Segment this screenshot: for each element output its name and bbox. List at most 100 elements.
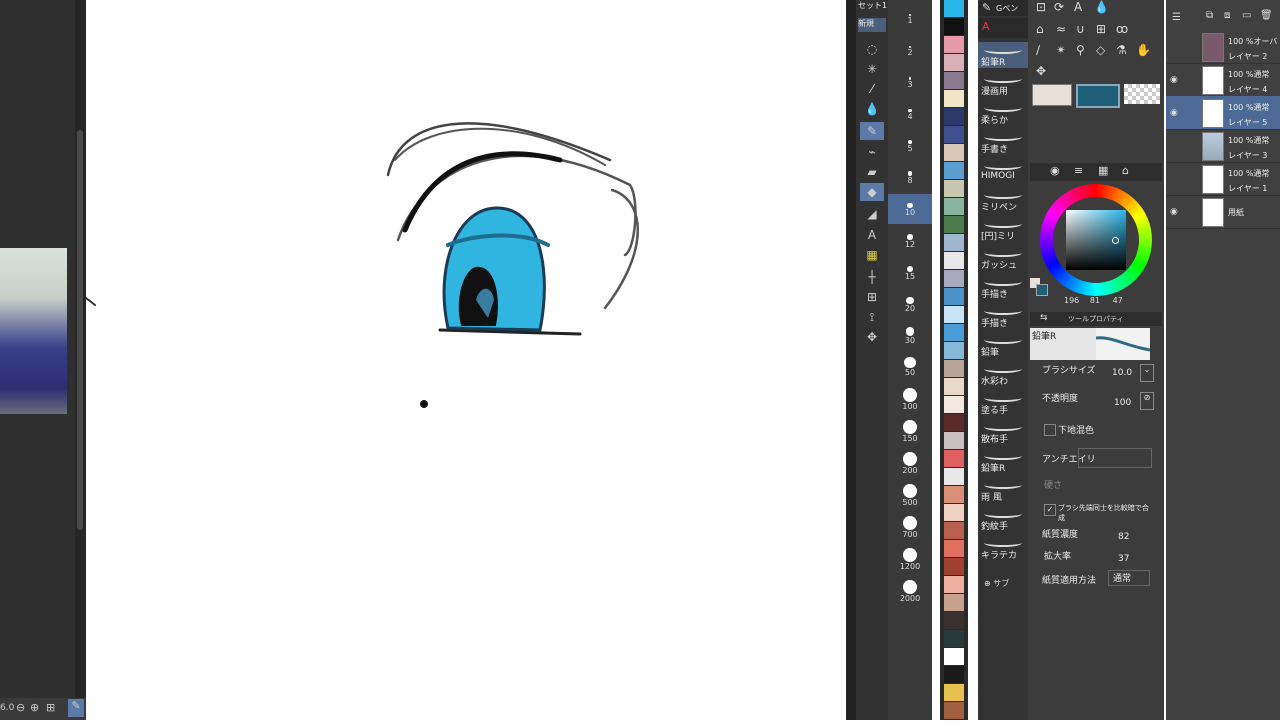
sub-tool-item[interactable]: 釣紋手 [978, 506, 1028, 532]
color-swatch[interactable] [944, 612, 964, 629]
sub-color-chip[interactable] [1076, 84, 1120, 108]
color-swatch[interactable] [944, 126, 964, 143]
brush-size-item[interactable]: 1 [888, 2, 932, 32]
move-tool-icon[interactable]: ✥ [860, 328, 884, 346]
saturation-value-square[interactable] [1066, 210, 1126, 270]
new-vector-layer-icon[interactable]: ⧈ [1224, 10, 1230, 21]
color-swatch[interactable] [944, 0, 964, 17]
layer-visibility-icon[interactable]: ◉ [1170, 207, 1178, 217]
sub-tool-item[interactable]: ガッシュ [978, 245, 1028, 271]
canvas-scrollbar[interactable] [846, 0, 856, 720]
brush-size-item[interactable]: 15 [888, 258, 932, 288]
gradient-tool-icon[interactable]: ◢ [860, 205, 884, 223]
blend-row[interactable]: 下地混色 [1036, 420, 1154, 440]
color-swatch[interactable] [944, 72, 964, 89]
brush-size-item[interactable]: 200 [888, 450, 932, 480]
color-sub-mini[interactable] [1036, 284, 1048, 296]
layer-visibility-icon[interactable]: ◉ [1170, 75, 1178, 85]
star-icon[interactable]: ✴ [1056, 43, 1066, 57]
palette-icon-1[interactable]: ⌂ [1036, 22, 1044, 36]
rotate-icon[interactable]: ⟳ [1054, 0, 1064, 14]
color-swatch[interactable] [944, 630, 964, 647]
sub-tool-header[interactable]: ✎ Gペン [978, 0, 1028, 16]
brush-size-item[interactable]: 5 [888, 130, 932, 160]
layer-visibility-icon[interactable]: ◉ [1170, 108, 1178, 118]
move-small-icon[interactable]: ✥ [1036, 64, 1046, 78]
brush-size-item[interactable]: 50 [888, 354, 932, 384]
delete-layer-icon[interactable]: 🗑 [1260, 10, 1273, 21]
new-button[interactable]: 新規 [858, 18, 886, 32]
color-swatch[interactable] [944, 54, 964, 71]
color-swatch[interactable] [944, 702, 964, 719]
brush-size-item[interactable]: 10 [888, 194, 932, 224]
color-swatch[interactable] [944, 414, 964, 431]
brush-size-item[interactable]: 700 [888, 514, 932, 544]
layer-row[interactable]: 100 %通常 レイヤー 3 [1166, 129, 1280, 163]
color-swatch[interactable] [944, 432, 964, 449]
eyedrop-small-icon[interactable]: ⚗ [1116, 43, 1127, 57]
palette-icon-3[interactable]: ∪ [1076, 22, 1085, 36]
color-swatch[interactable] [944, 198, 964, 215]
color-swatch[interactable] [944, 162, 964, 179]
brush-tip-checkbox[interactable]: ✓ [1044, 504, 1056, 516]
transparent-icon[interactable]: ⊡ [1036, 0, 1046, 14]
palette-icon-4[interactable]: ⊞ [1096, 22, 1106, 36]
color-swatch[interactable] [944, 252, 964, 269]
brush-size-item[interactable]: 4 [888, 98, 932, 128]
sub-tool-item[interactable]: 散布手 [978, 419, 1028, 445]
correction-tool-icon[interactable]: ⟟ [860, 308, 884, 326]
transparent-color-chip[interactable] [1124, 84, 1160, 104]
sub-tool-item[interactable]: 塗る手 [978, 390, 1028, 416]
layer-row[interactable]: ◉ 100 %通常 レイヤー 5 [1166, 96, 1280, 130]
color-swatch[interactable] [944, 270, 964, 287]
palette-icon-5[interactable]: ꝏ [1116, 22, 1128, 36]
magnifier-icon[interactable]: ⚲ [1076, 43, 1085, 57]
color-swatch[interactable] [944, 558, 964, 575]
eraser-tool-icon[interactable]: ▰ [860, 163, 884, 181]
color-swatch[interactable] [944, 90, 964, 107]
color-swatch[interactable] [944, 324, 964, 341]
brush-tip-row[interactable]: ✓ ブラシ先端同士を比較暗で合成 [1036, 500, 1154, 522]
color-swatch[interactable] [944, 360, 964, 377]
drawing-canvas[interactable] [85, 0, 846, 720]
sub-tool-item[interactable]: 手描き [978, 303, 1028, 329]
color-swatch[interactable] [944, 486, 964, 503]
brush-size-item[interactable]: 500 [888, 482, 932, 512]
pen-small-icon[interactable]: ∕ [1036, 43, 1040, 57]
sub-tool-item[interactable]: 鉛筆 [978, 332, 1028, 358]
paper-zoom-row[interactable]: 拡大率 37 [1036, 548, 1154, 568]
drop-tool-icon[interactable]: 💧 [860, 100, 884, 118]
text-A-icon[interactable]: A [1074, 0, 1082, 14]
fill-tool-icon[interactable]: ◆ [860, 183, 884, 201]
color-swatch[interactable] [944, 180, 964, 197]
color-swatch[interactable] [944, 666, 964, 683]
paper-zoom-value[interactable]: 37 [1118, 554, 1129, 564]
layer-row[interactable]: 100 %通常 レイヤー 1 [1166, 162, 1280, 196]
color-swatch[interactable] [944, 36, 964, 53]
eyedropper-tool-icon[interactable]: ⁄ [860, 80, 884, 98]
color-swatch[interactable] [944, 108, 964, 125]
set-label[interactable]: セット1 [858, 0, 888, 12]
color-swatch[interactable] [944, 684, 964, 701]
color-wheel-tab-icon[interactable]: ◉ [1050, 164, 1060, 177]
color-swatch[interactable] [944, 576, 964, 593]
brush-size-item[interactable]: 20 [888, 290, 932, 320]
sub-tool-item[interactable]: 手書き [978, 129, 1028, 155]
color-swatch[interactable] [944, 540, 964, 557]
paper-method-row[interactable]: 紙質適用方法 通常 [1036, 570, 1154, 590]
brush-size-item[interactable]: 100 [888, 386, 932, 416]
ruler-tool-icon[interactable]: ┼ [860, 268, 884, 286]
brush-tool-icon[interactable]: ⌁ [860, 143, 884, 161]
sub-tool-item[interactable]: 鉛筆R [978, 448, 1028, 474]
antialias-selector[interactable] [1078, 448, 1152, 468]
brush-size-item[interactable]: 30 [888, 322, 932, 352]
pen-tool-icon[interactable]: ✎ [860, 122, 884, 140]
color-swatch[interactable] [944, 396, 964, 413]
paper-method-select[interactable]: 通常 [1108, 570, 1150, 586]
select-tool-icon[interactable]: ◌ [860, 40, 884, 58]
color-swatch[interactable] [944, 594, 964, 611]
color-swatch[interactable] [944, 648, 964, 665]
navigator-scroll-thumb[interactable] [77, 130, 83, 530]
sub-tool-item[interactable]: 柔らか [978, 100, 1028, 126]
blend-checkbox[interactable] [1044, 424, 1056, 436]
